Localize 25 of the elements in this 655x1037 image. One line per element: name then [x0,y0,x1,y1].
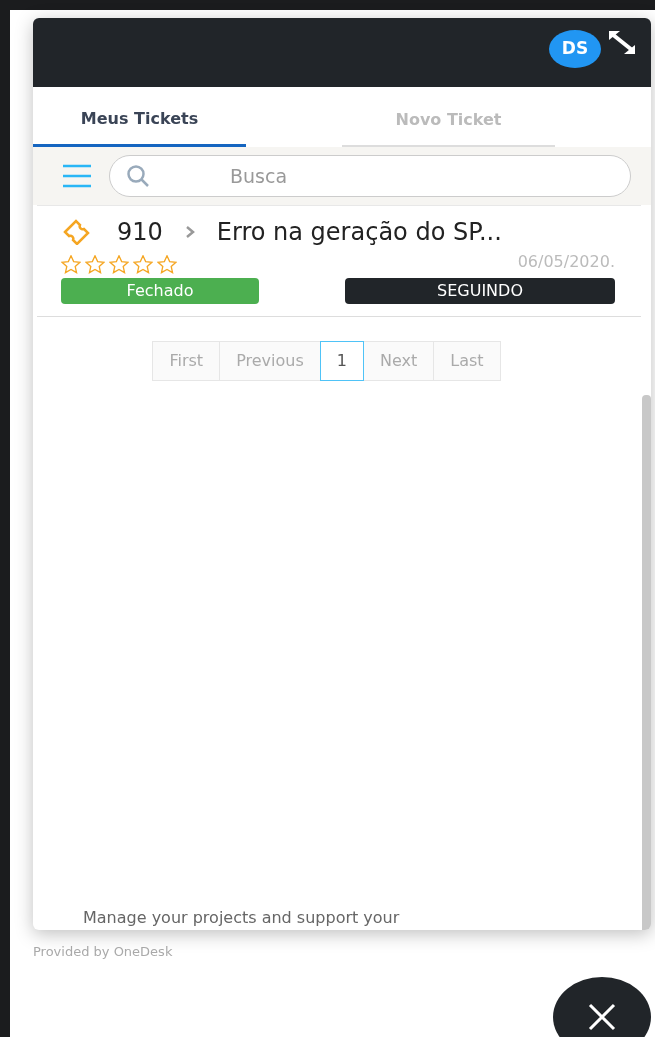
page-link[interactable]: First [152,341,221,381]
star-icon [157,255,177,274]
following-badge: SEGUINDO [345,278,615,304]
scrollbar[interactable] [642,395,651,930]
star-icon [133,255,153,274]
search-field[interactable]: Busca [109,155,631,197]
chevron-icon [184,225,195,239]
star-icon [109,255,129,274]
footer-text: Manage your projects and support your [82,908,401,929]
ticket-date: 06/05/2020. [517,251,615,273]
page-link[interactable]: Last [433,341,501,381]
page-link[interactable]: Previous [219,341,321,381]
close-button[interactable] [553,977,651,1037]
avatar[interactable]: DS [549,30,601,68]
ticket-number: 910 [117,217,163,248]
close-icon [587,1002,617,1032]
ticket-title[interactable]: Erro na geração do SP... [216,214,502,250]
star-icon [85,255,105,274]
status-badge: Fechado [61,278,259,304]
search-icon [126,164,150,188]
provided-by-text: Provided by OneDesk [33,943,174,961]
expand-icon[interactable] [607,30,637,56]
page-link[interactable]: Next [362,341,435,381]
page-link[interactable]: 1 [319,341,364,381]
star-icon [61,255,81,274]
